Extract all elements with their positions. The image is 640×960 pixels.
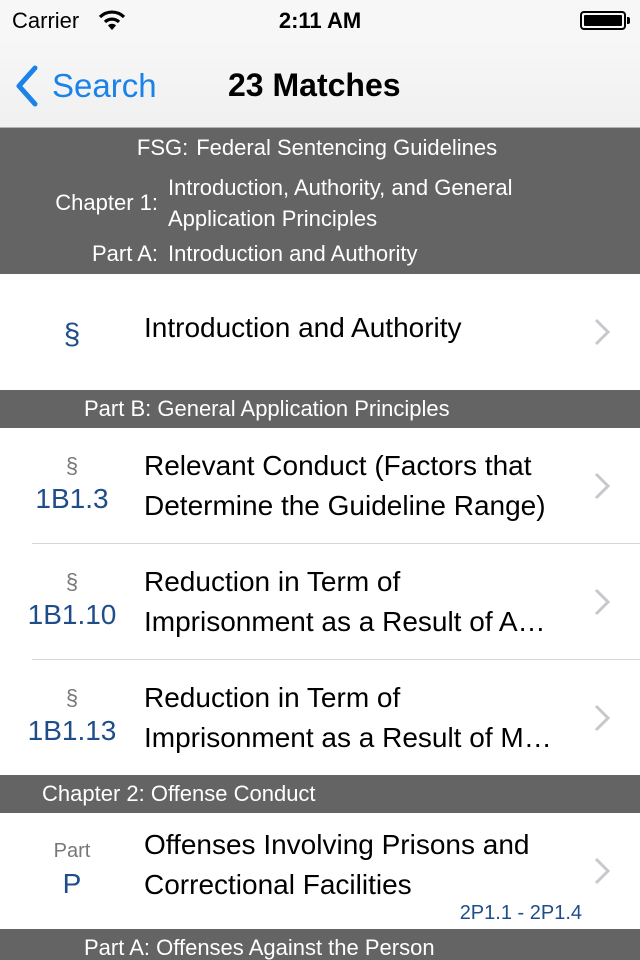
row-title-line2: Imprisonment as a Result of M…: [144, 721, 552, 753]
row-title-line1: Reduction in Term of: [144, 565, 401, 597]
section-symbol-icon: §: [65, 452, 79, 478]
section-range: 2P1.1 - 2P1.4: [459, 902, 582, 924]
section-header-label: Part B: General Application Principles: [84, 396, 450, 421]
section-number: 1B1.13: [27, 714, 117, 746]
part-title: Introduction and Authority: [168, 241, 418, 266]
section-header-part-b: Part B: General Application Principles: [0, 390, 640, 428]
part-label: Part: [53, 840, 91, 862]
section-number: 1B1.10: [27, 598, 117, 630]
list-item-introduction[interactable]: § Introduction and Authority: [0, 274, 640, 390]
part-letter: P: [62, 868, 82, 899]
section-header-part-a-person: Part A: Offenses Against the Person: [0, 929, 640, 960]
chapter-title-line1: Introduction, Authority, and General: [168, 175, 513, 200]
chevron-left-icon: [16, 65, 38, 107]
chevron-right-icon: [594, 472, 610, 499]
section-header-chapter-1: FSG: Federal Sentencing Guidelines Chapt…: [0, 128, 640, 274]
section-header-label: Chapter 2: Offense Conduct: [42, 781, 316, 806]
chevron-right-icon: [594, 318, 610, 346]
section-symbol-icon: §: [65, 684, 79, 710]
results-list[interactable]: FSG: Federal Sentencing Guidelines Chapt…: [0, 128, 640, 960]
row-title-line1: Relevant Conduct (Factors that: [144, 449, 532, 481]
battery-tip: [627, 17, 630, 24]
section-header-label: Part A: Offenses Against the Person: [84, 935, 435, 960]
section-number: 1B1.3: [35, 482, 109, 514]
chapter-key: Chapter 1:: [55, 190, 158, 215]
back-label: Search: [52, 67, 157, 104]
row-title-line2: Determine the Guideline Range): [144, 489, 546, 521]
section-symbol-icon: §: [63, 318, 81, 351]
row-title-line1: Reduction in Term of: [144, 681, 401, 713]
row-title-line2: Correctional Facilities: [144, 869, 412, 900]
list-item-1b1-10[interactable]: § 1B1.10 Reduction in Term of Imprisonme…: [0, 544, 640, 659]
navigation-bar: Search 23 Matches: [0, 40, 640, 128]
chevron-right-icon: [594, 857, 610, 885]
book-title: Federal Sentencing Guidelines: [196, 135, 498, 160]
book-key: FSG:: [136, 135, 189, 160]
chapter-title-line2: Application Principles: [168, 206, 378, 231]
status-bar: Carrier 2:11 AM: [0, 0, 640, 40]
battery-icon: [580, 11, 626, 30]
chevron-right-icon: [594, 704, 610, 731]
section-symbol-icon: §: [65, 568, 79, 594]
row-title: Introduction and Authority: [144, 312, 462, 343]
page-title: 23 Matches: [228, 67, 401, 103]
status-time: 2:11 AM: [278, 8, 362, 33]
part-key: Part A:: [91, 241, 158, 266]
list-item-1b1-3[interactable]: § 1B1.3 Relevant Conduct (Factors that D…: [0, 428, 640, 543]
chevron-right-icon: [594, 588, 610, 615]
section-header-chapter-2: Chapter 2: Offense Conduct: [0, 775, 640, 813]
row-title-line1: Offenses Involving Prisons and: [144, 829, 530, 860]
row-title-line2: Imprisonment as a Result of A…: [144, 605, 546, 637]
list-item-part-p[interactable]: Part P Offenses Involving Prisons and Co…: [0, 813, 640, 929]
list-item-1b1-13[interactable]: § 1B1.13 Reduction in Term of Imprisonme…: [0, 660, 640, 775]
back-button[interactable]: Search: [14, 64, 157, 108]
